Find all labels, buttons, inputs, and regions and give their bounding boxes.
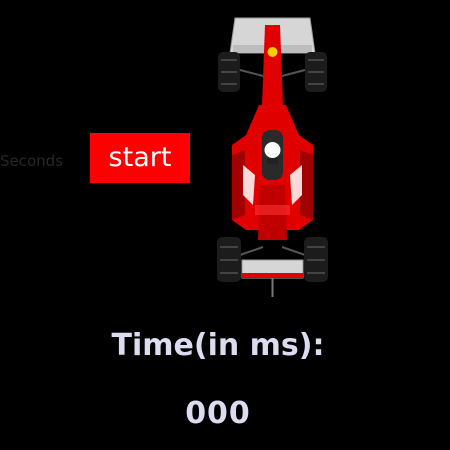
time-label: Time(in ms): [111, 328, 325, 363]
race-car-icon [217, 17, 328, 297]
start-button[interactable]: start [90, 133, 190, 183]
hidden-label: Seconds [0, 152, 64, 170]
game-stage: Seconds start Time(in ms): 000 [0, 0, 450, 450]
time-value: 000 [185, 396, 251, 431]
